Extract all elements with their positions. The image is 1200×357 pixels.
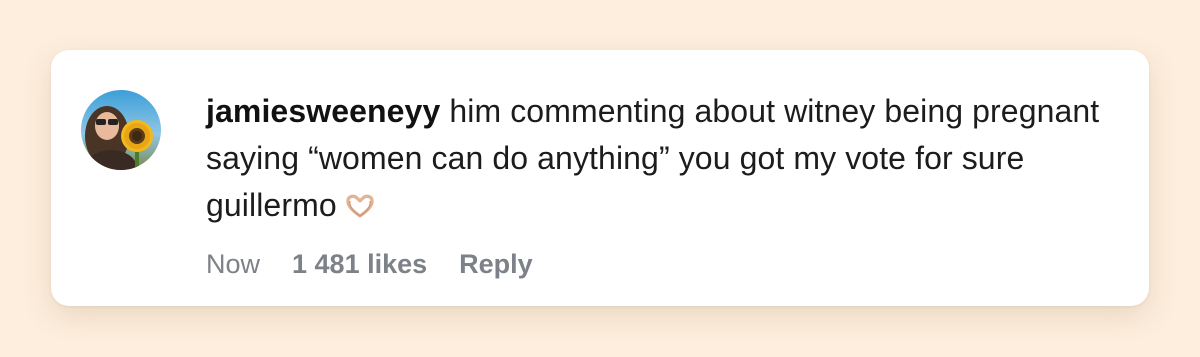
comment-meta: Now 1 481 likes Reply: [206, 249, 1136, 280]
comment-card: jamiesweeneyy him commenting about witne…: [51, 50, 1149, 306]
heart-hands-icon: [345, 184, 375, 231]
comment-body: jamiesweeneyy him commenting about witne…: [206, 88, 1136, 231]
comment-likes[interactable]: 1 481 likes: [292, 249, 427, 280]
comment-timestamp: Now: [206, 249, 261, 279]
avatar-image: [81, 90, 161, 170]
avatar[interactable]: [81, 90, 161, 170]
comment-content: jamiesweeneyy him commenting about witne…: [206, 88, 1136, 280]
comment-username[interactable]: jamiesweeneyy: [206, 93, 440, 129]
reply-button[interactable]: Reply: [459, 249, 533, 280]
